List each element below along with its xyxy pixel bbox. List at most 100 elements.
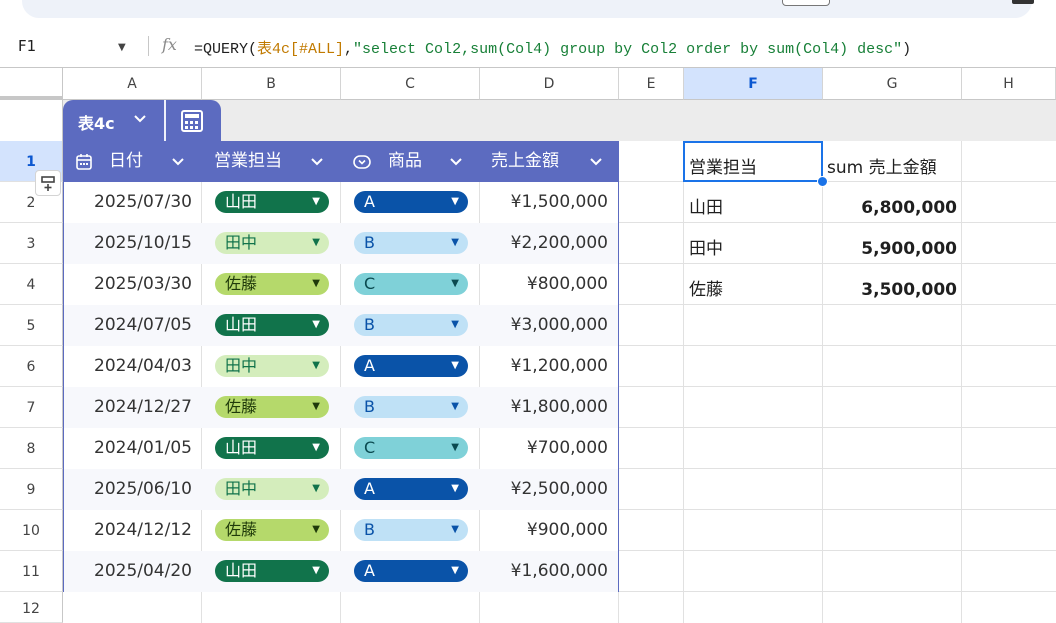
row-header-11[interactable]: 11 bbox=[0, 551, 63, 592]
query-result-rep[interactable]: 佐藤 bbox=[689, 270, 723, 311]
date-cell[interactable]: 2024/12/12 bbox=[94, 510, 192, 551]
row-header-12[interactable]: 12 bbox=[0, 592, 63, 623]
row-header-5[interactable]: 5 bbox=[0, 305, 63, 346]
product-chip[interactable]: C ▼ bbox=[354, 437, 468, 459]
fill-handle[interactable] bbox=[817, 176, 828, 187]
sales-rep-chip[interactable]: 田中 ▼ bbox=[215, 232, 329, 254]
product-chip[interactable]: A ▼ bbox=[354, 191, 468, 213]
header-product-chevron-icon[interactable] bbox=[449, 141, 463, 182]
table-row[interactable]: 2025/04/20 山田 ▼ A ▼ ¥1,600,000 bbox=[64, 551, 618, 592]
row-header-10[interactable]: 10 bbox=[0, 510, 63, 551]
product-chip[interactable]: B ▼ bbox=[354, 396, 468, 418]
chip-dropdown-icon[interactable]: ▼ bbox=[312, 273, 320, 295]
row-insert-icon[interactable] bbox=[35, 170, 61, 196]
date-cell[interactable]: 2025/06/10 bbox=[94, 469, 192, 510]
product-chip[interactable]: A ▼ bbox=[354, 478, 468, 500]
chip-dropdown-icon[interactable]: ▼ bbox=[451, 355, 459, 377]
name-box[interactable]: F1 bbox=[18, 37, 36, 55]
chip-dropdown-icon[interactable]: ▼ bbox=[451, 437, 459, 459]
product-chip[interactable]: B ▼ bbox=[354, 314, 468, 336]
amount-cell[interactable]: ¥1,200,000 bbox=[511, 346, 608, 387]
chip-dropdown-icon[interactable]: ▼ bbox=[312, 191, 320, 213]
table-row[interactable]: 2024/12/27 佐藤 ▼ B ▼ ¥1,800,000 bbox=[64, 387, 618, 428]
amount-cell[interactable]: ¥1,800,000 bbox=[511, 387, 608, 428]
amount-cell[interactable]: ¥900,000 bbox=[527, 510, 608, 551]
product-chip[interactable]: B ▼ bbox=[354, 519, 468, 541]
product-chip[interactable]: A ▼ bbox=[354, 560, 468, 582]
sales-rep-chip[interactable]: 田中 ▼ bbox=[215, 355, 329, 377]
chip-dropdown-icon[interactable]: ▼ bbox=[451, 519, 459, 541]
date-cell[interactable]: 2024/12/27 bbox=[94, 387, 192, 428]
table-row[interactable]: 2025/06/10 田中 ▼ A ▼ ¥2,500,000 bbox=[64, 469, 618, 510]
select-all-corner[interactable] bbox=[0, 68, 63, 100]
row-header-7[interactable]: 7 bbox=[0, 387, 63, 428]
amount-cell[interactable]: ¥1,500,000 bbox=[511, 182, 608, 223]
name-box-dropdown-icon[interactable]: ▼ bbox=[118, 42, 126, 53]
amount-cell[interactable]: ¥2,500,000 bbox=[511, 469, 608, 510]
chip-dropdown-icon[interactable]: ▼ bbox=[312, 437, 320, 459]
header-amount-chevron-icon[interactable] bbox=[589, 141, 603, 182]
sales-rep-chip[interactable]: 山田 ▼ bbox=[215, 560, 329, 582]
sales-rep-chip[interactable]: 山田 ▼ bbox=[215, 314, 329, 336]
product-chip[interactable]: B ▼ bbox=[354, 232, 468, 254]
row-header-4[interactable]: 4 bbox=[0, 264, 63, 305]
product-chip[interactable]: A ▼ bbox=[354, 355, 468, 377]
chip-dropdown-icon[interactable]: ▼ bbox=[451, 314, 459, 336]
column-header-g[interactable]: G bbox=[823, 68, 962, 100]
date-cell[interactable]: 2024/01/05 bbox=[94, 428, 192, 469]
sales-rep-chip[interactable]: 田中 ▼ bbox=[215, 478, 329, 500]
formula-input[interactable]: =QUERY(表4c[#ALL],"select Col2,sum(Col4) … bbox=[194, 37, 911, 58]
table-row[interactable]: 2025/07/30 山田 ▼ A ▼ ¥1,500,000 bbox=[64, 182, 618, 223]
sales-rep-chip[interactable]: 佐藤 ▼ bbox=[215, 273, 329, 295]
sales-rep-chip[interactable]: 山田 ▼ bbox=[215, 437, 329, 459]
chip-dropdown-icon[interactable]: ▼ bbox=[312, 232, 320, 254]
table-row[interactable]: 2025/10/15 田中 ▼ B ▼ ¥2,200,000 bbox=[64, 223, 618, 264]
chip-dropdown-icon[interactable]: ▼ bbox=[451, 191, 459, 213]
query-result-rep[interactable]: 山田 bbox=[689, 188, 723, 229]
row-header-8[interactable]: 8 bbox=[0, 428, 63, 469]
date-cell[interactable]: 2024/07/05 bbox=[94, 305, 192, 346]
column-header-b[interactable]: B bbox=[202, 68, 341, 100]
row-header-9[interactable]: 9 bbox=[0, 469, 63, 510]
date-cell[interactable]: 2025/04/20 bbox=[94, 551, 192, 592]
chip-dropdown-icon[interactable]: ▼ bbox=[451, 478, 459, 500]
amount-cell[interactable]: ¥700,000 bbox=[527, 428, 608, 469]
amount-cell[interactable]: ¥3,000,000 bbox=[511, 305, 608, 346]
chip-dropdown-icon[interactable]: ▼ bbox=[312, 478, 320, 500]
selected-cell-f1[interactable] bbox=[683, 141, 823, 182]
date-cell[interactable]: 2025/03/30 bbox=[94, 264, 192, 305]
column-header-f[interactable]: F bbox=[684, 68, 823, 100]
table-row[interactable]: 2024/01/05 山田 ▼ C ▼ ¥700,000 bbox=[64, 428, 618, 469]
amount-cell[interactable]: ¥2,200,000 bbox=[511, 223, 608, 264]
chip-dropdown-icon[interactable]: ▼ bbox=[451, 396, 459, 418]
date-cell[interactable]: 2025/10/15 bbox=[94, 223, 192, 264]
chip-dropdown-icon[interactable]: ▼ bbox=[312, 314, 320, 336]
chip-dropdown-icon[interactable]: ▼ bbox=[451, 232, 459, 254]
column-header-d[interactable]: D bbox=[480, 68, 619, 100]
row-header-3[interactable]: 3 bbox=[0, 223, 63, 264]
chip-dropdown-icon[interactable]: ▼ bbox=[451, 560, 459, 582]
amount-cell[interactable]: ¥800,000 bbox=[527, 264, 608, 305]
amount-cell[interactable]: ¥1,600,000 bbox=[511, 551, 608, 592]
query-result-sum[interactable]: 5,900,000 bbox=[823, 229, 957, 270]
date-cell[interactable]: 2025/07/30 bbox=[94, 182, 192, 223]
chip-dropdown-icon[interactable]: ▼ bbox=[312, 560, 320, 582]
table-row[interactable]: 2024/12/12 佐藤 ▼ B ▼ ¥900,000 bbox=[64, 510, 618, 551]
toolbar-button[interactable] bbox=[782, 0, 830, 6]
sales-rep-chip[interactable]: 佐藤 ▼ bbox=[215, 519, 329, 541]
row-header-6[interactable]: 6 bbox=[0, 346, 63, 387]
column-header-e[interactable]: E bbox=[619, 68, 684, 100]
table-row[interactable]: 2024/04/03 田中 ▼ A ▼ ¥1,200,000 bbox=[64, 346, 618, 387]
table-row[interactable]: 2025/03/30 佐藤 ▼ C ▼ ¥800,000 bbox=[64, 264, 618, 305]
date-cell[interactable]: 2024/04/03 bbox=[94, 346, 192, 387]
product-chip[interactable]: C ▼ bbox=[354, 273, 468, 295]
chip-dropdown-icon[interactable]: ▼ bbox=[312, 519, 320, 541]
sales-rep-chip[interactable]: 山田 ▼ bbox=[215, 191, 329, 213]
query-result-sum[interactable]: 3,500,000 bbox=[823, 270, 957, 311]
header-date-chevron-icon[interactable] bbox=[171, 141, 185, 182]
chevron-down-icon[interactable] bbox=[133, 111, 147, 129]
header-sales-rep-chevron-icon[interactable] bbox=[310, 141, 324, 182]
toolbar-icon[interactable] bbox=[1012, 0, 1034, 4]
column-header-c[interactable]: C bbox=[341, 68, 480, 100]
query-header-sum[interactable]: sum 売上金額 bbox=[827, 148, 937, 189]
